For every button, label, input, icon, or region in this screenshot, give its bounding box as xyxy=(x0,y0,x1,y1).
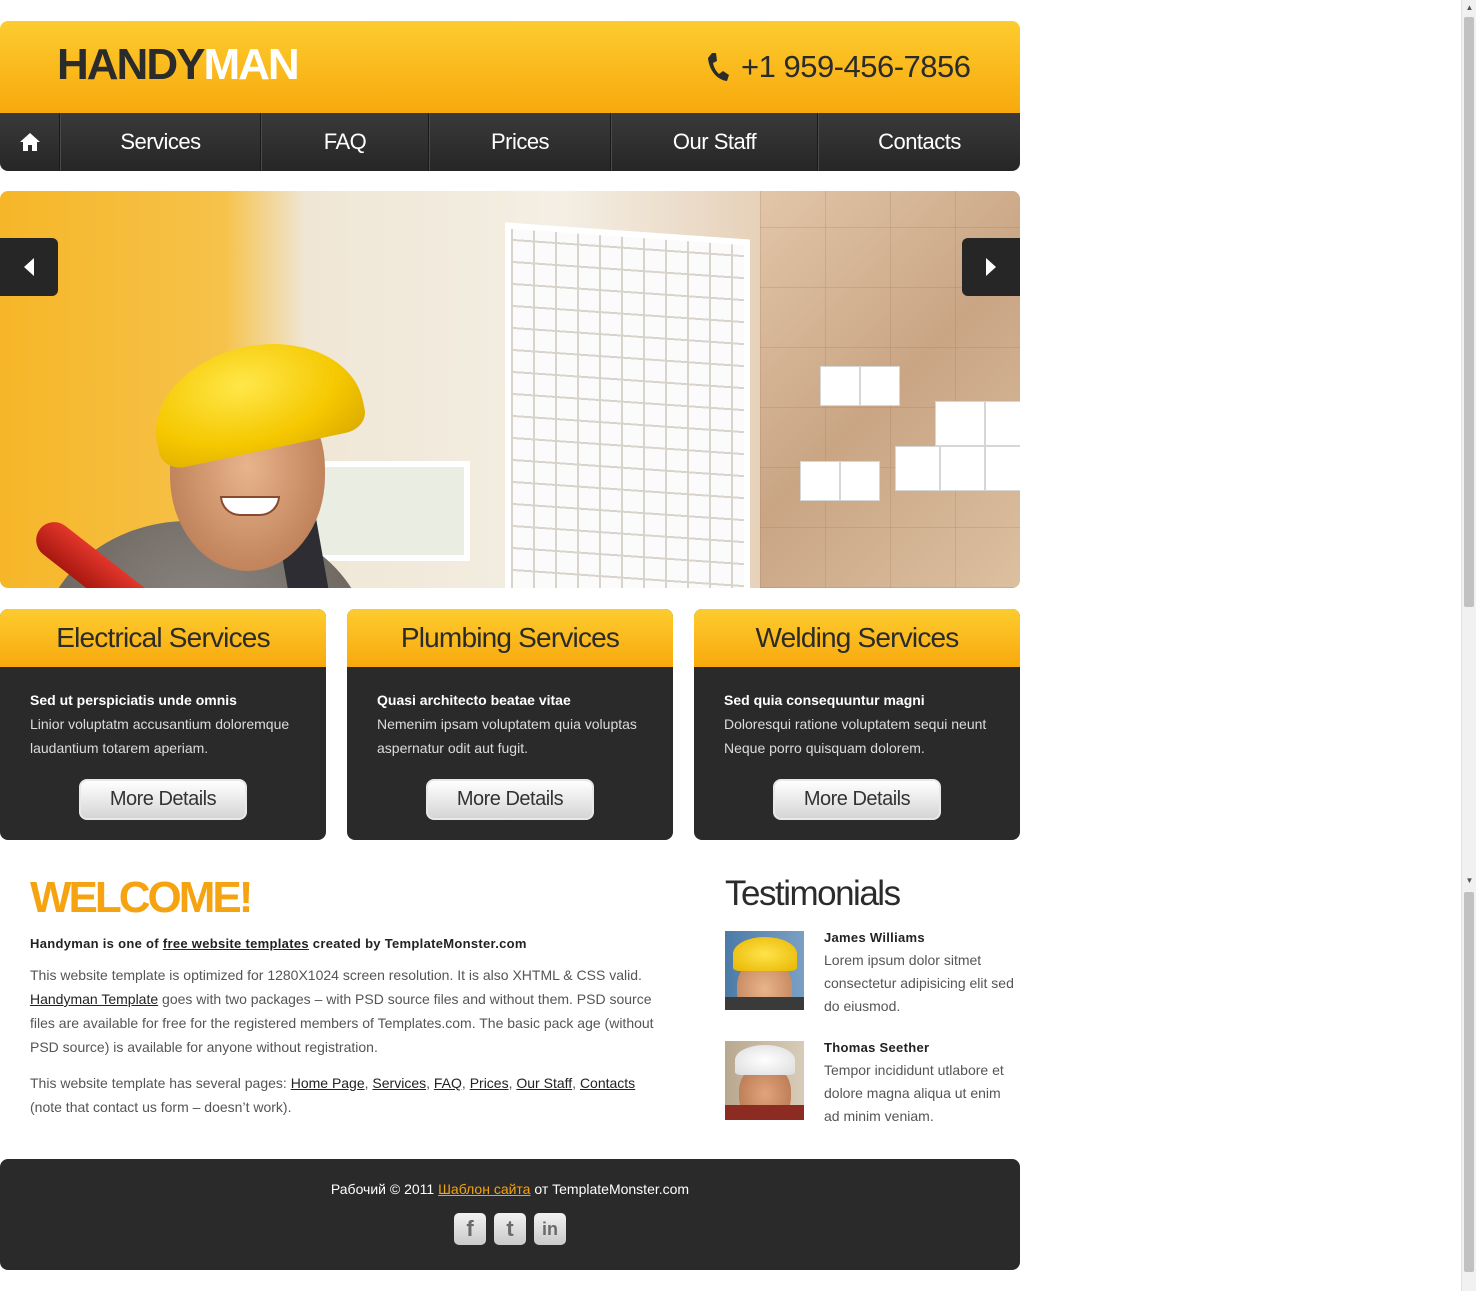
testimonial-text: Tempor incididunt utlabore et dolore mag… xyxy=(824,1062,1004,1124)
logo-part-man: MAN xyxy=(203,40,299,89)
vertical-scrollbar[interactable]: ▲ ▼ xyxy=(1461,0,1476,1291)
footer-copyright: Рабочий © 2011 Шаблон сайта от TemplateM… xyxy=(330,1181,690,1197)
glass-blocks-decor xyxy=(800,366,1020,588)
testimonial-name: James Williams xyxy=(824,930,925,945)
nav-item-contacts[interactable]: Contacts xyxy=(818,113,1020,171)
welcome-paragraph-1: This website template is optimized for 1… xyxy=(30,967,654,1055)
testimonial-item: Thomas Seether Tempor incididunt utlabor… xyxy=(725,1040,1015,1128)
hero-slider xyxy=(0,191,1020,588)
service-subtitle: Sed ut perspiciatis unde omnis xyxy=(30,692,237,708)
service-text: Doloresqui ratione voluptatem sequi neun… xyxy=(724,716,987,756)
service-box-electrical: Electrical Services Sed ut perspiciatis … xyxy=(0,609,326,840)
phone-text: +1 959-456-7856 xyxy=(741,49,971,84)
service-title: Electrical Services xyxy=(0,609,326,667)
service-text: Nemenim ipsam voluptatem quia voluptas a… xyxy=(377,716,637,756)
testimonial-item: James Williams Lorem ipsum dolor sitmet … xyxy=(725,930,1015,1018)
facebook-icon[interactable]: f xyxy=(454,1213,486,1245)
slider-next-button[interactable] xyxy=(962,238,1020,296)
page: HANDYMAN +1 959-456-7856 Services FAQ Pr… xyxy=(0,21,1020,1160)
link-prices[interactable]: Prices xyxy=(470,1075,509,1091)
testimonials-section: Testimonials James Williams Lorem ipsum … xyxy=(725,876,1015,1128)
service-text: Linior voluptatm accusantium doloremque … xyxy=(30,716,290,756)
testimonials-title: Testimonials xyxy=(725,874,901,913)
service-title: Welding Services xyxy=(694,609,1020,667)
service-subtitle: Quasi architecto beatae vitae xyxy=(377,692,571,708)
nav-item-our-staff[interactable]: Our Staff xyxy=(611,113,818,171)
free-templates-link[interactable]: free website templates xyxy=(163,936,309,951)
header: HANDYMAN +1 959-456-7856 xyxy=(0,21,1020,113)
arrow-left-icon xyxy=(24,258,34,276)
scroll-down-icon[interactable]: ▼ xyxy=(1462,873,1476,888)
logo-part-handy: HANDY xyxy=(57,40,205,89)
arrow-right-icon xyxy=(986,258,996,276)
main-content: WELCOME! Handyman is one of free website… xyxy=(0,840,1020,1160)
testimonial-text: Lorem ipsum dolor sitmet consectetur adi… xyxy=(824,952,1014,1014)
welcome-title: WELCOME! xyxy=(30,873,253,922)
scrollbar-thumb[interactable] xyxy=(1464,17,1474,607)
scrollbar-thumb-lower[interactable] xyxy=(1464,892,1474,1272)
logo[interactable]: HANDYMAN xyxy=(57,40,300,89)
bathroom-window xyxy=(300,461,470,561)
phone-icon xyxy=(708,53,729,81)
glass-block-window xyxy=(505,222,750,588)
nav-item-faq[interactable]: FAQ xyxy=(261,113,429,171)
twitter-icon[interactable]: t xyxy=(494,1213,526,1245)
home-icon xyxy=(19,133,40,151)
scroll-up-icon[interactable]: ▲ xyxy=(1462,0,1476,15)
services-row: Electrical Services Sed ut perspiciatis … xyxy=(0,609,1020,840)
service-title: Plumbing Services xyxy=(347,609,673,667)
link-faq[interactable]: FAQ xyxy=(434,1075,462,1091)
service-box-welding: Welding Services Sed quia consequuntur m… xyxy=(694,609,1020,840)
footer-template-link[interactable]: Шаблон сайта xyxy=(438,1181,530,1197)
welcome-paragraph-2: This website template has several pages:… xyxy=(30,1075,636,1115)
nav-item-services[interactable]: Services xyxy=(60,113,261,171)
avatar xyxy=(725,1041,804,1120)
more-details-button[interactable]: More Details xyxy=(773,779,941,820)
service-subtitle: Sed quia consequuntur magni xyxy=(724,692,925,708)
linkedin-icon[interactable]: in xyxy=(534,1213,566,1245)
link-contacts[interactable]: Contacts xyxy=(580,1075,635,1091)
avatar xyxy=(725,931,804,1010)
main-nav: Services FAQ Prices Our Staff Contacts xyxy=(0,113,1020,171)
nav-item-prices[interactable]: Prices xyxy=(429,113,611,171)
welcome-section: WELCOME! Handyman is one of free website… xyxy=(30,876,660,1119)
welcome-lead: Handyman is one of free website template… xyxy=(30,936,527,951)
social-links: f t in xyxy=(454,1213,566,1245)
link-services[interactable]: Services xyxy=(372,1075,426,1091)
link-home-page[interactable]: Home Page xyxy=(291,1075,365,1091)
nav-home[interactable] xyxy=(0,113,60,171)
phone-number: +1 959-456-7856 xyxy=(705,49,971,85)
footer: Рабочий © 2011 Шаблон сайта от TemplateM… xyxy=(0,1159,1020,1270)
service-box-plumbing: Plumbing Services Quasi architecto beata… xyxy=(347,609,673,840)
testimonial-name: Thomas Seether xyxy=(824,1040,930,1055)
more-details-button[interactable]: More Details xyxy=(79,779,247,820)
link-our-staff[interactable]: Our Staff xyxy=(516,1075,572,1091)
more-details-button[interactable]: More Details xyxy=(426,779,594,820)
slider-prev-button[interactable] xyxy=(0,238,58,296)
handyman-template-link[interactable]: Handyman Template xyxy=(30,991,158,1007)
